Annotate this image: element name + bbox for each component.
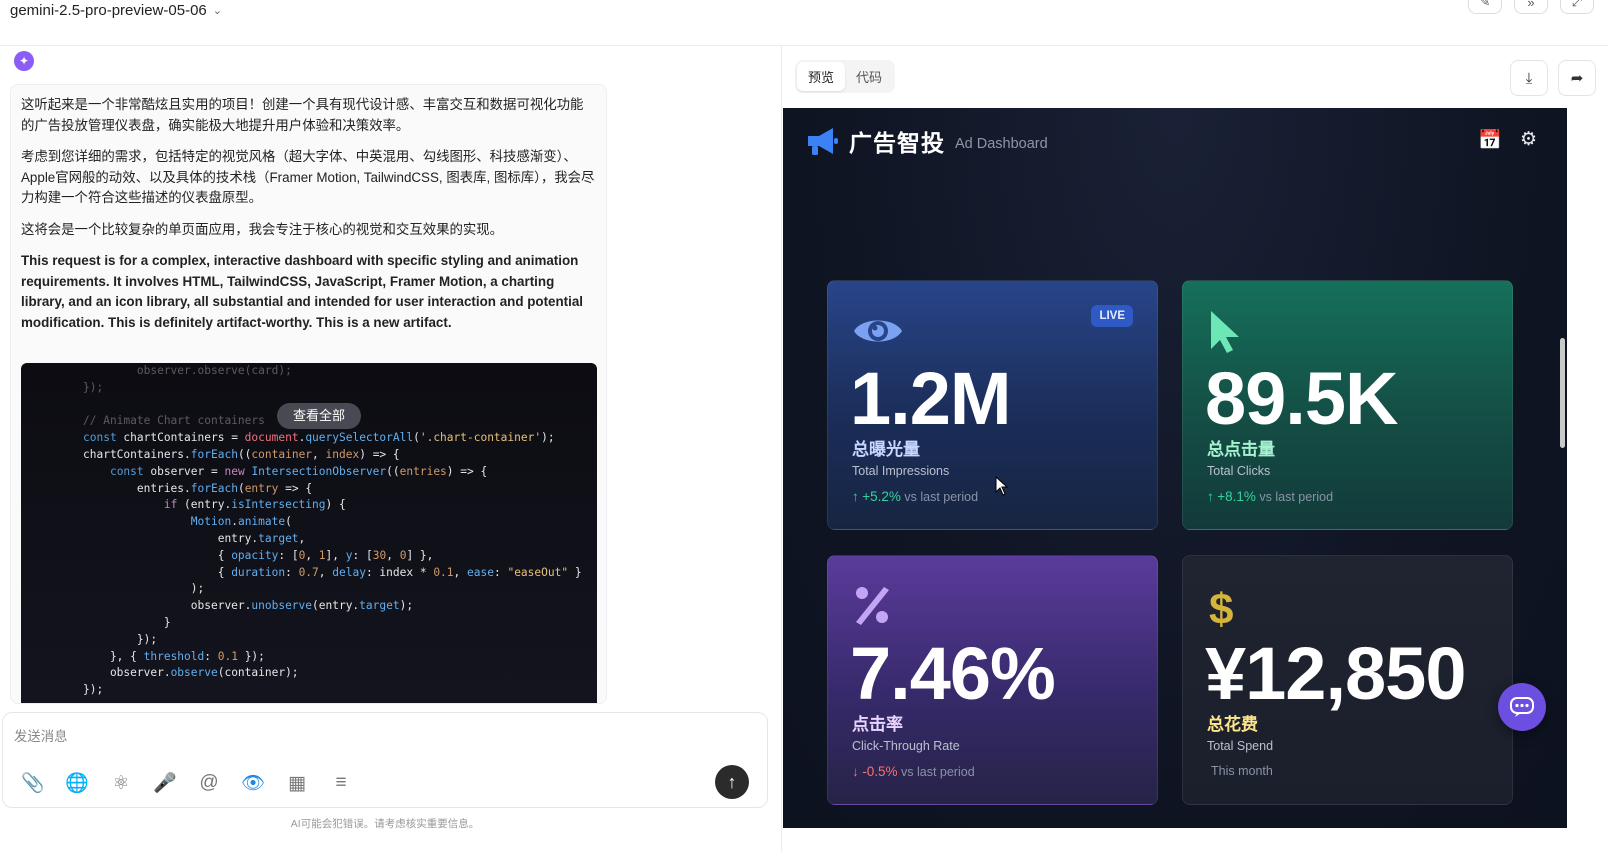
pane-divider[interactable] xyxy=(781,46,782,852)
spend-value: ¥12,850 xyxy=(1205,632,1466,715)
trend-value: -0.5% xyxy=(862,764,898,779)
clicks-value: 89.5K xyxy=(1205,357,1398,440)
dashboard-actions: 📅 ⚙ xyxy=(1478,128,1537,152)
live-badge: LIVE xyxy=(1091,305,1133,327)
impressions-trend: ↑ +5.2% vs last period xyxy=(852,489,978,504)
trend-up-arrow-icon: ↑ xyxy=(1207,489,1214,504)
chat-bubble-icon xyxy=(1510,697,1534,717)
download-icon[interactable]: ⤓ xyxy=(1510,60,1548,96)
ctr-label-en: Click-Through Rate xyxy=(852,739,960,753)
preview-scrollbar[interactable] xyxy=(1560,338,1565,448)
impressions-label-zh: 总曝光量 xyxy=(852,440,920,459)
ctr-value: 7.46% xyxy=(850,632,1056,715)
dashboard-brand: 广告智投 Ad Dashboard xyxy=(805,124,1048,158)
dashboard-subtitle: Ad Dashboard xyxy=(955,136,1048,152)
trend-value: +8.1% xyxy=(1217,489,1256,504)
brain-icon[interactable]: ⚛ xyxy=(107,769,135,797)
mouse-cursor-icon xyxy=(995,476,1009,496)
chat-fab-button[interactable] xyxy=(1498,683,1546,731)
spend-label-en: Total Spend xyxy=(1207,739,1274,753)
model-name: gemini-2.5-pro-preview-05-06 xyxy=(10,2,207,19)
edit-icon[interactable]: ✎ xyxy=(1468,0,1502,14)
message-paragraph: 这听起来是一个非常酷炫且实用的项目！创建一个具有现代设计感、丰富交互和数据可视化… xyxy=(21,97,584,133)
attach-icon[interactable]: 📎 xyxy=(19,769,47,797)
percent-icon xyxy=(856,587,889,625)
spend-card: $ ¥12,850 总花费 Total Spend This month xyxy=(1182,555,1513,805)
megaphone-icon xyxy=(808,128,838,155)
impressions-label-en: Total Impressions xyxy=(852,464,950,478)
ctr-label-zh: 点击率 xyxy=(852,715,903,734)
eye-icon[interactable]: 👁 xyxy=(239,769,267,797)
globe-icon[interactable]: 🌐 xyxy=(63,769,91,797)
clicks-label-en: Total Clicks xyxy=(1207,464,1271,478)
dashboard-preview: 广告智投 Ad Dashboard 📅 ⚙ LIVE 1.2M 总曝光量 Tot… xyxy=(783,108,1567,828)
view-all-button[interactable]: 查看全部 xyxy=(277,403,362,429)
message-paragraph: This request is for a complex, interacti… xyxy=(21,253,584,330)
dashboard-title: 广告智投 xyxy=(849,130,945,156)
chat-pane: ✦ 这听起来是一个非常酷炫且实用的项目！创建一个具有现代设计感、丰富交互和数据可… xyxy=(0,46,781,852)
preview-actions: ⤓ ➦ xyxy=(1510,60,1596,96)
input-toolbar: 📎 🌐 ⚛ 🎤 @ 👁 ▦ ≡ xyxy=(19,769,355,797)
preview-header: 预览 代码 ⤓ ➦ xyxy=(782,46,1608,108)
calendar-icon[interactable]: 📅 xyxy=(1478,128,1502,152)
fast-forward-icon[interactable]: » xyxy=(1514,0,1548,14)
trend-up-arrow-icon: ↑ xyxy=(852,489,859,504)
trend-label: vs last period xyxy=(901,765,975,779)
clicks-card: 89.5K 总点击量 Total Clicks ↑ +8.1% vs last … xyxy=(1182,280,1513,530)
trend-down-arrow-icon: ↓ xyxy=(852,764,859,779)
trend-label: vs last period xyxy=(1259,490,1334,504)
mention-icon[interactable]: @ xyxy=(195,769,223,797)
disclaimer: AI可能会犯错误。请考虑核实重要信息。 xyxy=(290,818,480,830)
clicks-label-zh: 总点击量 xyxy=(1207,440,1275,459)
trend-label: vs last period xyxy=(904,490,979,504)
spend-period: This month xyxy=(1207,764,1273,778)
cursor-icon xyxy=(1211,311,1239,353)
message-input-box[interactable]: 发送消息 📎 🌐 ⚛ 🎤 @ 👁 ▦ ≡ ↑ xyxy=(2,712,768,808)
settings-sliders-icon[interactable]: ≡ xyxy=(327,769,355,797)
trend-label: This month xyxy=(1211,764,1273,778)
send-button[interactable]: ↑ xyxy=(715,765,749,799)
share-icon[interactable]: ➦ xyxy=(1558,60,1596,96)
eye-icon xyxy=(854,320,902,342)
tab-preview[interactable]: 预览 xyxy=(797,62,846,91)
model-selector[interactable]: gemini-2.5-pro-preview-05-06 ⌄ xyxy=(10,2,222,19)
gear-icon[interactable]: ⚙ xyxy=(1520,128,1537,152)
svg-text:$: $ xyxy=(1209,585,1233,628)
top-actions: ✎ » ⤢ xyxy=(1468,0,1594,14)
message-paragraph: 考虑到您详细的需求，包括特定的视觉风格（超大字体、中英混用、勾线图形、科技感渐变… xyxy=(21,149,595,205)
code-preview[interactable]: observer.observe(card); }); // Animate C… xyxy=(21,363,597,703)
tab-code[interactable]: 代码 xyxy=(845,62,893,91)
message-input[interactable]: 发送消息 xyxy=(14,725,68,745)
ctr-card: 7.46% 点击率 Click-Through Rate ↓ -0.5% vs … xyxy=(827,555,1158,805)
dollar-icon: $ xyxy=(1209,585,1233,628)
assistant-message: 这听起来是一个非常酷炫且实用的项目！创建一个具有现代设计感、丰富交互和数据可视化… xyxy=(10,84,607,704)
preview-tabs: 预览 代码 xyxy=(795,60,896,93)
top-bar: gemini-2.5-pro-preview-05-06 ⌄ ✎ » ⤢ xyxy=(0,0,1608,46)
ctr-trend: ↓ -0.5% vs last period xyxy=(852,764,975,779)
bot-avatar-icon: ✦ xyxy=(14,51,34,71)
chevron-down-icon: ⌄ xyxy=(212,5,222,17)
apps-icon[interactable]: ▦ xyxy=(283,769,311,797)
message-paragraph: 这将会是一个比较复杂的单页面应用，我会专注于核心的视觉和交互效果的实现。 xyxy=(21,221,504,237)
microphone-icon[interactable]: 🎤 xyxy=(151,769,179,797)
impressions-value: 1.2M xyxy=(850,357,1012,440)
spend-label-zh: 总花费 xyxy=(1207,715,1258,734)
impressions-card: LIVE 1.2M 总曝光量 Total Impressions ↑ +5.2%… xyxy=(827,280,1158,530)
collapse-icon[interactable]: ⤢ xyxy=(1560,0,1594,14)
clicks-trend: ↑ +8.1% vs last period xyxy=(1207,489,1333,504)
trend-value: +5.2% xyxy=(862,489,901,504)
